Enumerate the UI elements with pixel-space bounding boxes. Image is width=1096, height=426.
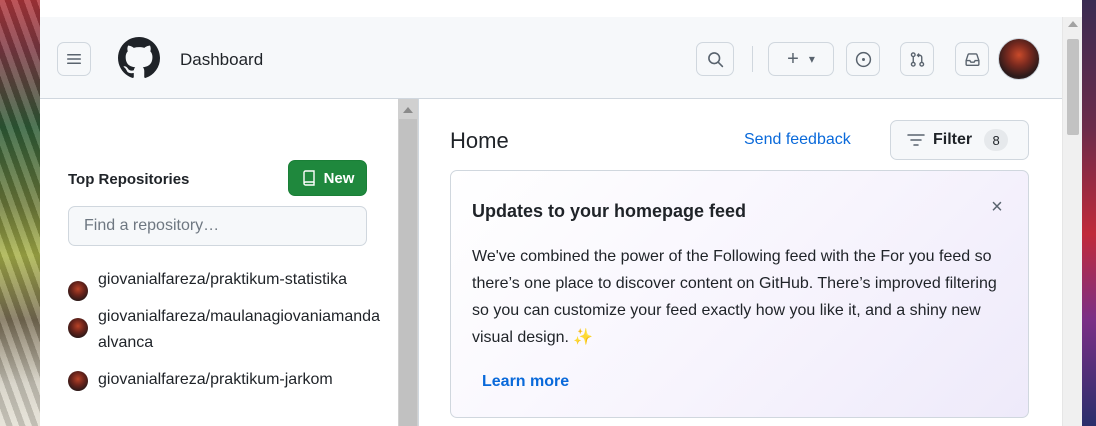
inbox-icon	[964, 52, 980, 66]
home-heading: Home	[450, 128, 509, 153]
list-item: giovanialfareza/praktikum-jarkom	[68, 367, 388, 393]
page-title[interactable]: Dashboard	[180, 50, 263, 70]
repository-link[interactable]: giovanialfareza/praktikum-jarkom	[98, 367, 388, 393]
search-button[interactable]	[696, 42, 734, 76]
repo-icon	[302, 170, 315, 186]
card-description-text: We've combined the power of the Followin…	[472, 248, 997, 346]
header-divider	[752, 46, 753, 72]
git-pull-request-icon	[910, 51, 924, 67]
desktop-wallpaper-left	[0, 0, 40, 426]
list-item: giovanialfareza/praktikum-statistika	[68, 267, 388, 301]
sidebar-divider	[418, 99, 419, 426]
repo-owner-avatar[interactable]	[68, 281, 88, 301]
send-feedback-link[interactable]: Send feedback	[744, 131, 851, 149]
user-avatar[interactable]	[998, 38, 1040, 80]
sparkles-icon: ✨	[573, 329, 594, 346]
inbox-button[interactable]	[955, 42, 989, 76]
scrollbar-thumb[interactable]	[399, 119, 417, 426]
issue-opened-icon	[855, 51, 871, 67]
app-header: Dashboard + ▾	[40, 17, 1062, 99]
close-icon[interactable]: ×	[987, 197, 1007, 217]
pull-requests-button[interactable]	[900, 42, 934, 76]
filter-button[interactable]: Filter 8	[890, 120, 1029, 160]
filter-count-badge: 8	[984, 129, 1009, 151]
hamburger-icon	[67, 54, 81, 64]
plus-icon: +	[787, 48, 799, 70]
scroll-up-arrow-icon[interactable]	[1068, 21, 1078, 27]
feed-updates-card: Updates to your homepage feed × We've co…	[450, 170, 1029, 418]
new-repository-button[interactable]: New	[288, 160, 367, 196]
page-scrollbar-thumb[interactable]	[1067, 39, 1079, 135]
desktop-wallpaper-right	[1082, 0, 1096, 426]
filter-icon	[907, 134, 925, 146]
list-item: giovanialfareza/maulanagiovaniamandaalva…	[68, 304, 388, 356]
issues-button[interactable]	[846, 42, 880, 76]
create-new-button[interactable]: + ▾	[768, 42, 834, 76]
learn-more-link[interactable]: Learn more	[482, 373, 569, 391]
chevron-down-icon: ▾	[808, 52, 815, 66]
repository-link[interactable]: giovanialfareza/maulanagiovaniamandaalva…	[98, 304, 388, 356]
card-title: Updates to your homepage feed	[472, 201, 747, 221]
new-button-label: New	[323, 169, 355, 187]
scroll-up-arrow-icon[interactable]	[403, 107, 413, 113]
page-scrollbar[interactable]	[1062, 17, 1082, 426]
github-octocat-icon[interactable]	[118, 37, 160, 79]
left-sidebar: Top Repositories New giovanialfareza/pra…	[40, 99, 398, 426]
repo-owner-avatar[interactable]	[68, 371, 88, 391]
find-repository-input[interactable]	[68, 206, 367, 246]
search-icon	[707, 51, 723, 67]
filter-label: Filter	[933, 131, 973, 148]
repository-link[interactable]: giovanialfareza/praktikum-statistika	[98, 267, 388, 293]
card-description: We've combined the power of the Followin…	[472, 243, 1012, 351]
repo-owner-avatar[interactable]	[68, 318, 88, 338]
repository-list: giovanialfareza/praktikum-statistika gio…	[68, 267, 388, 404]
top-repositories-heading: Top Repositories	[68, 171, 190, 188]
sidebar-scrollbar[interactable]	[398, 99, 418, 426]
menu-button[interactable]	[57, 42, 91, 76]
browser-viewport: Dashboard + ▾ Top Repositories New Find …	[40, 17, 1062, 426]
